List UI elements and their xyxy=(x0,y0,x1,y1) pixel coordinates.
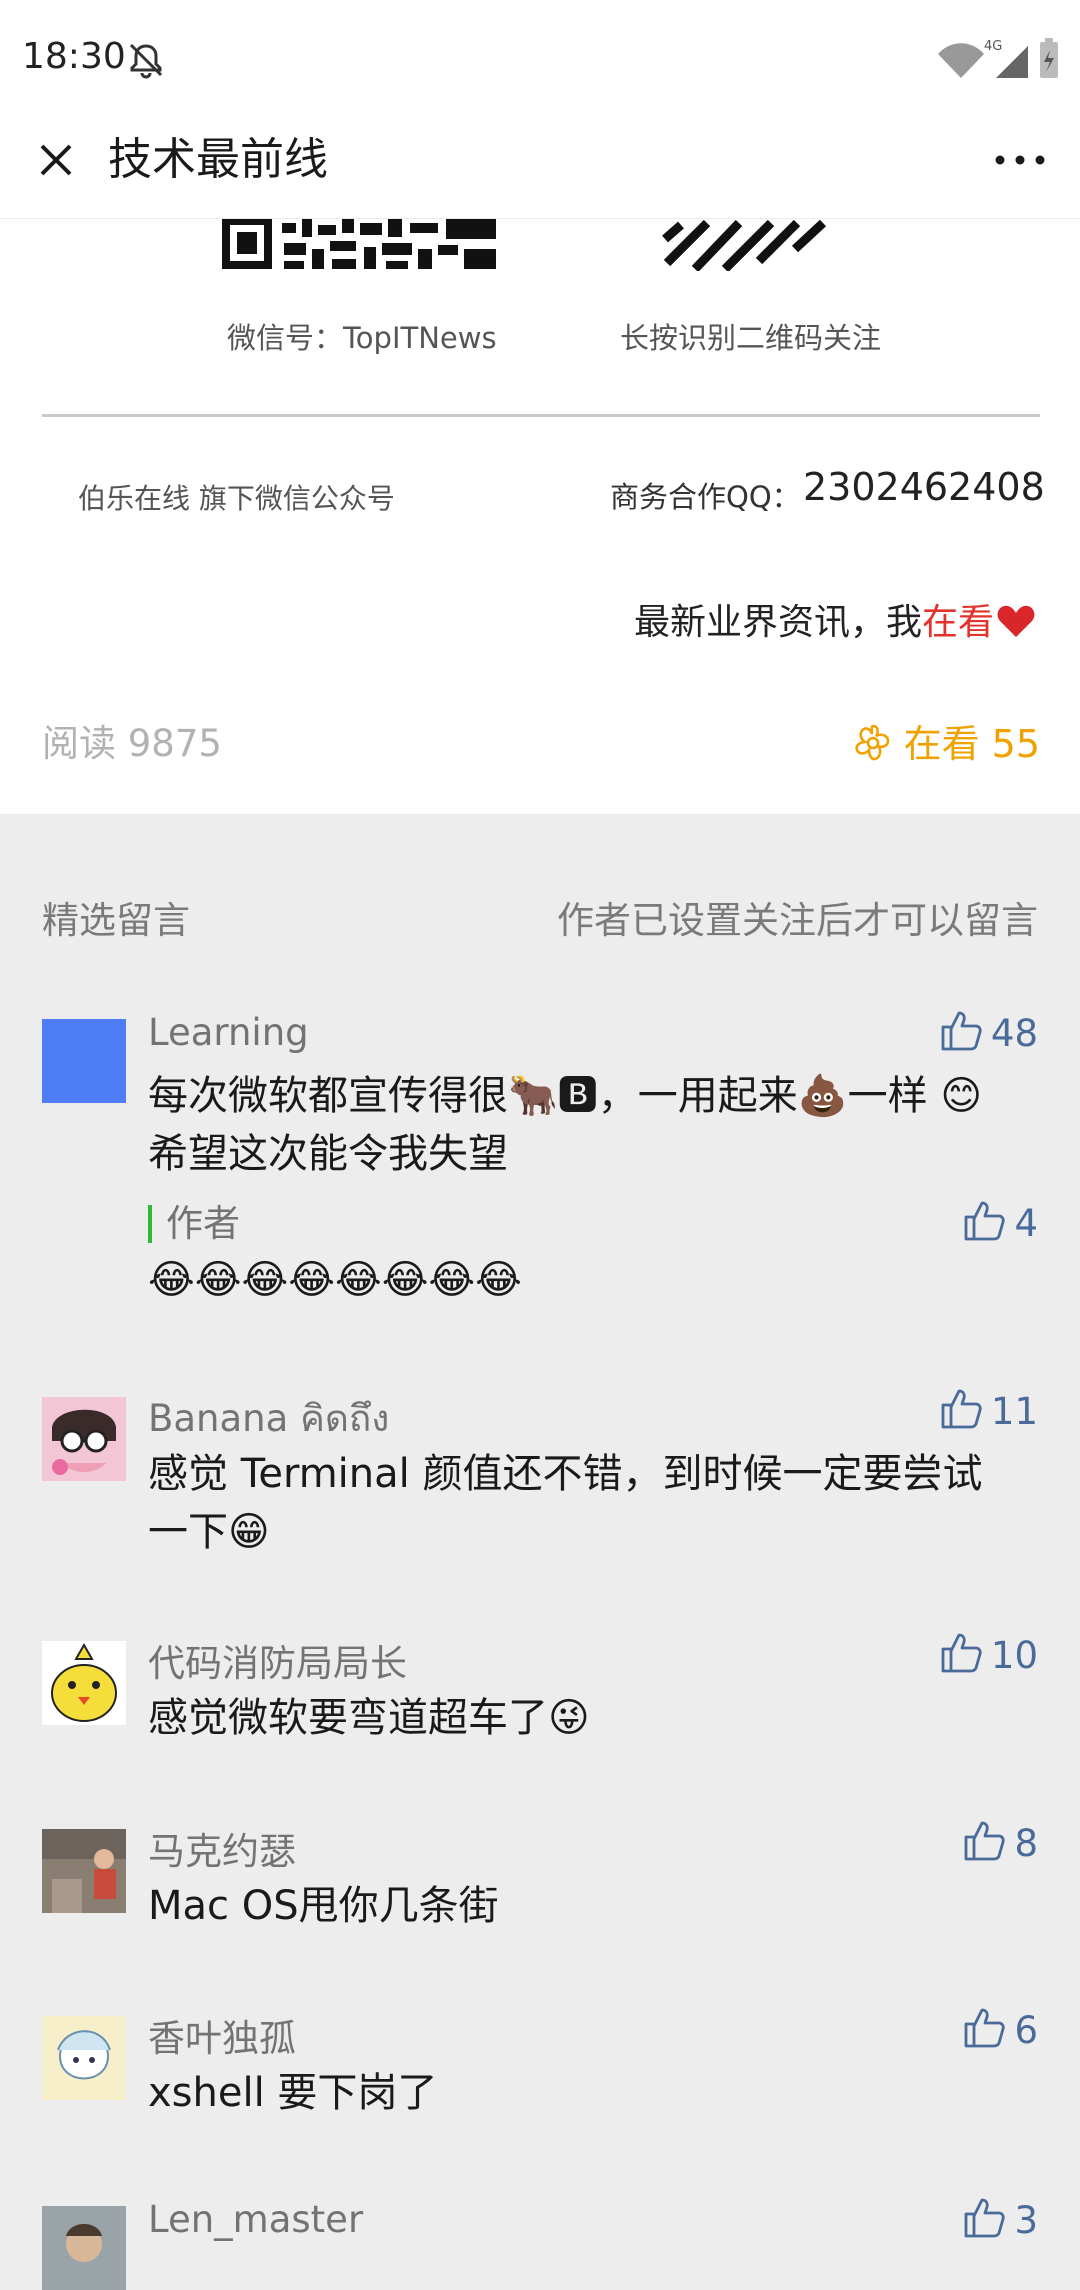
more-icon[interactable] xyxy=(992,140,1048,180)
bell-off-icon xyxy=(129,43,163,79)
avatar[interactable] xyxy=(42,2016,126,2100)
reply-like-button[interactable]: 4 xyxy=(962,1199,1038,1245)
like-button[interactable]: 3 xyxy=(962,2196,1038,2242)
wechat-id-caption: 微信号：TopITNews xyxy=(227,321,497,355)
comment-nickname: Banana คิดถึง xyxy=(148,1397,390,1440)
business-label: 商务合作QQ： xyxy=(610,480,801,514)
network-label: 4G xyxy=(984,39,1002,54)
avatar[interactable] xyxy=(42,1829,126,1913)
avatar[interactable] xyxy=(42,2206,126,2290)
thumb-up-icon xyxy=(941,1633,982,1673)
page-title: 技术最前线 xyxy=(108,134,328,185)
flower-icon xyxy=(854,724,889,761)
reply-like-count: 4 xyxy=(1014,1202,1038,1245)
comment-text: Mac OS甩你几条街 xyxy=(148,1883,499,1929)
signal-icon: 4G xyxy=(938,38,1058,78)
read-count: 阅读 9875 xyxy=(42,722,222,765)
comments-notice: 作者已设置关注后才可以留言 xyxy=(557,899,1038,942)
qr-code-image xyxy=(222,219,496,269)
thumb-up-icon xyxy=(941,1011,982,1051)
decorative-stripes xyxy=(662,219,827,271)
zaikan-prefix: 最新业界资讯，我 xyxy=(633,602,922,643)
author-reply-label: 作者 xyxy=(148,1205,240,1243)
heart-icon xyxy=(997,605,1035,637)
like-count: 11 xyxy=(990,1390,1038,1433)
thumb-up-icon xyxy=(965,2008,1006,2048)
comment-nickname: 马克约瑟 xyxy=(148,1830,296,1873)
watching-label: 在看 55 xyxy=(903,722,1040,766)
thumb-up-icon xyxy=(941,1389,982,1429)
like-button[interactable]: 10 xyxy=(939,1631,1038,1677)
like-count: 8 xyxy=(1014,1822,1038,1865)
like-count: 6 xyxy=(1014,2009,1038,2052)
like-button[interactable]: 8 xyxy=(962,1819,1038,1865)
comment-text: xshell 要下岗了 xyxy=(148,2070,438,2116)
comments-title: 精选留言 xyxy=(42,899,190,942)
org-caption: 伯乐在线 旗下微信公众号 xyxy=(78,482,395,515)
comment-text: 感觉 Terminal 颜值还不错，到时候一定要尝试一下😁 xyxy=(148,1451,983,1555)
like-count: 10 xyxy=(990,1634,1038,1677)
thumb-up-icon xyxy=(965,2198,1006,2238)
comment-nickname: 代码消防局局长 xyxy=(148,1642,407,1685)
thumb-up-icon xyxy=(965,1201,1006,1241)
article-footer: 微信号：TopITNews 长按识别二维码关注 伯乐在线 旗下微信公众号 商务合… xyxy=(0,219,1080,814)
zaikan-prompt: 最新业界资讯，我在看 xyxy=(634,593,1036,645)
like-button[interactable]: 6 xyxy=(962,2006,1038,2052)
status-bar: 18:30 4G xyxy=(0,0,1080,118)
author-reply-text: 😂😂😂😂😂😂😂😂 xyxy=(148,1257,522,1303)
comment-nickname: Learning xyxy=(148,1011,309,1054)
scan-qr-caption: 长按识别二维码关注 xyxy=(620,321,882,355)
top-nav-bar: 技术最前线 xyxy=(0,118,1080,219)
comment-text: 感觉微软要弯道超车了😜 xyxy=(148,1695,590,1741)
divider xyxy=(42,414,1040,417)
status-time: 18:30 xyxy=(22,36,126,77)
business-qq: 2302462408 xyxy=(803,465,1045,509)
avatar[interactable] xyxy=(42,1019,126,1103)
like-button[interactable]: 48 xyxy=(939,1009,1038,1055)
avatar[interactable] xyxy=(42,1397,126,1481)
like-count: 3 xyxy=(1014,2199,1038,2242)
comment-nickname: Len_master xyxy=(148,2198,364,2241)
thumb-up-icon xyxy=(965,1821,1006,1861)
zaikan-red-text: 在看 xyxy=(921,602,994,643)
like-count: 48 xyxy=(990,1012,1038,1055)
like-button[interactable]: 11 xyxy=(939,1387,1038,1433)
avatar[interactable] xyxy=(42,1641,126,1725)
close-icon[interactable] xyxy=(30,134,82,186)
comment-nickname: 香叶独孤 xyxy=(148,2017,296,2060)
watching-button[interactable]: 在看 55 xyxy=(852,713,1040,768)
comment-text: 每次微软都宣传得很🐂🅱，一用起来💩一样 😊 希望这次能令我失望 xyxy=(148,1073,983,1177)
